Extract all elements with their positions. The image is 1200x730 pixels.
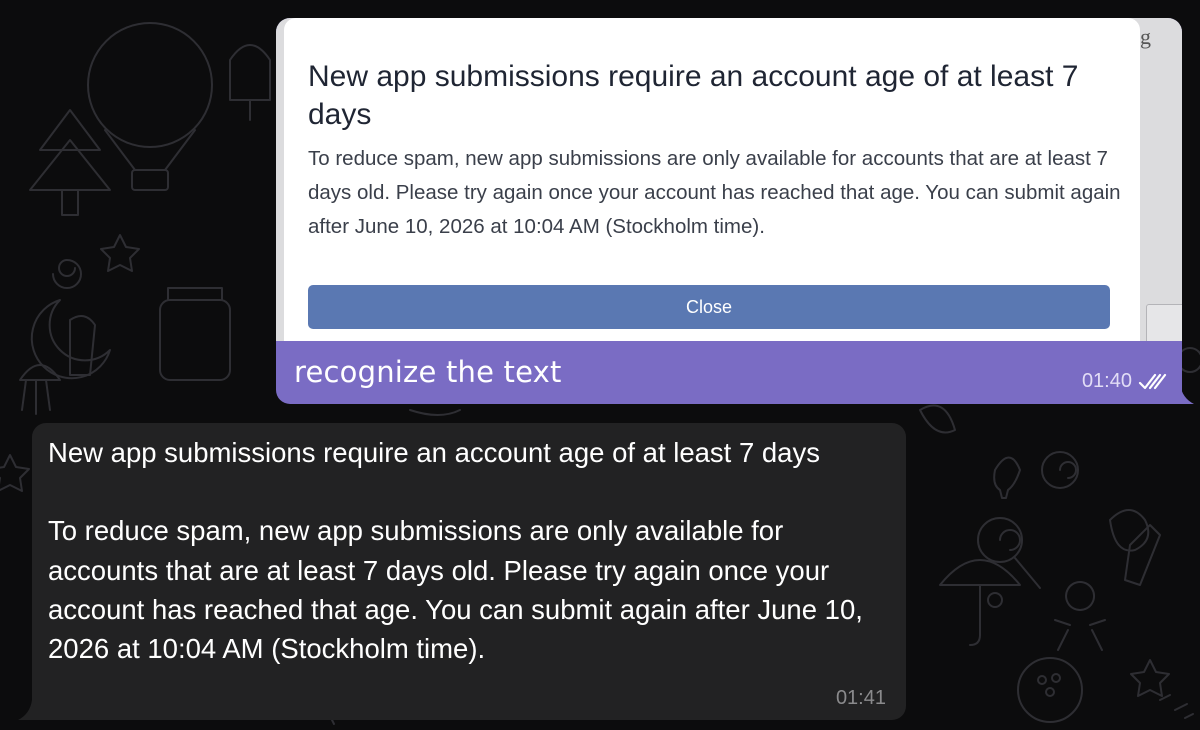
jar-doodle	[159, 299, 231, 381]
message-time: 01:40	[1081, 370, 1132, 392]
incoming-message[interactable]: New app submissions require an account a…	[32, 423, 906, 720]
screenshot-dialog: New app submissions require an account a…	[284, 18, 1140, 341]
dialog-body: To reduce spam, new app submissions are …	[308, 147, 1121, 238]
squid-doodle	[69, 315, 96, 376]
dialog-close-button: Close	[308, 285, 1110, 329]
bottle-doodle	[1124, 524, 1161, 586]
photo-edge-text: g	[1140, 24, 1151, 49]
umbrella-doodle	[939, 559, 1021, 646]
incoming-bubble-tail	[18, 700, 36, 720]
balloon-doodle	[87, 22, 213, 148]
double-check-icon	[1138, 373, 1167, 389]
message-time: 01:41	[835, 687, 886, 709]
message-heading: New app submissions require an account a…	[48, 437, 820, 468]
zzz-doodle	[1159, 694, 1194, 719]
message-caption: recognize the text	[294, 355, 562, 389]
outgoing-message[interactable]: New app submissions require an account a…	[276, 18, 1182, 404]
jellyfish-doodle	[19, 364, 61, 415]
popsicle-doodle	[229, 44, 271, 121]
wave-doodle	[409, 409, 461, 416]
pizza-doodle	[919, 404, 956, 434]
message-text: New app submissions require an account a…	[48, 433, 898, 668]
message-meta: 01:40	[1082, 370, 1168, 393]
star-doodle-3	[0, 454, 30, 492]
dialog-title: New app submissions require an account a…	[308, 60, 1079, 131]
tree-doodle	[29, 109, 111, 216]
photo-edge-box	[1146, 304, 1182, 341]
outgoing-bubble-tail	[1176, 384, 1194, 404]
spiral-doodle	[52, 259, 82, 289]
bowling-ball-doodle	[1017, 657, 1083, 723]
message-body: To reduce spam, new app submissions are …	[48, 515, 863, 665]
star-doodle	[100, 234, 140, 272]
message-photo[interactable]: New app submissions require an account a…	[276, 18, 1182, 341]
star-doodle-2	[1130, 659, 1170, 697]
gingerbread-doodle	[1054, 581, 1106, 651]
bulb-doodle	[993, 456, 1021, 499]
